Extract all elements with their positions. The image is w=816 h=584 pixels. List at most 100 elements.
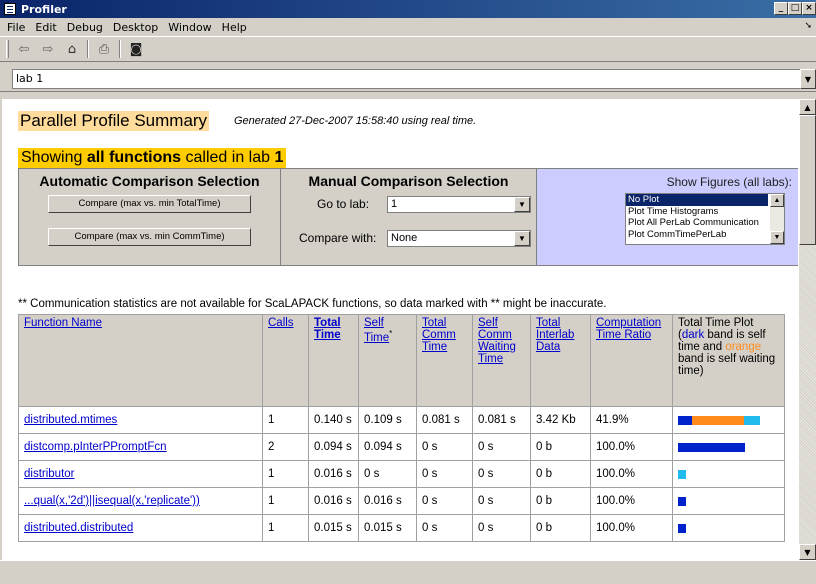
col-self-time[interactable]: Self Time*: [358, 314, 417, 407]
total-time-bar: [678, 415, 779, 425]
dark-band: [678, 442, 745, 452]
total-time-bar: [678, 523, 779, 533]
computation-time-ratio-header-link[interactable]: Computation Time Ratio: [596, 317, 661, 341]
total-interlab-data-cell: 0 b: [530, 514, 591, 542]
self-comm-waiting-time-header-link[interactable]: Self Comm Waiting Time: [478, 317, 516, 365]
function-link[interactable]: ...qual(x,'2d')||isequal(x,'replicate')): [24, 495, 200, 507]
menu-edit[interactable]: Edit: [30, 21, 61, 34]
home-icon[interactable]: ⌂: [63, 40, 81, 58]
col-computation-time-ratio[interactable]: Computation Time Ratio: [590, 314, 673, 407]
col-calls[interactable]: Calls: [262, 314, 309, 407]
calls-cell: 2: [262, 433, 309, 461]
compare-with-select[interactable]: None ▼: [387, 230, 531, 247]
dark-band: [678, 415, 692, 425]
lab-selector[interactable]: lab 1: [12, 69, 812, 89]
profiler-window: Profiler _ □ × File Edit Debug Desktop W…: [0, 0, 816, 584]
total-interlab-data-header-link[interactable]: Total Interlab Data: [536, 317, 574, 353]
figures-option[interactable]: Plot All PerLab Communication: [626, 217, 768, 229]
total-interlab-data-cell: 0 b: [530, 487, 591, 515]
status-bar: [0, 560, 816, 584]
undock-arrow-icon[interactable]: ➘: [804, 21, 812, 31]
function-link[interactable]: distributor: [24, 468, 75, 480]
profiler-app-icon: [4, 3, 16, 15]
total-time-header-link[interactable]: Total Time: [314, 317, 341, 341]
content-scrollbar[interactable]: ▲ ▼: [799, 99, 816, 560]
scroll-up-icon[interactable]: ▲: [799, 99, 816, 115]
compare-with-dropdown-icon[interactable]: ▼: [514, 231, 530, 246]
total-time-bar: [678, 469, 779, 479]
function-name-cell[interactable]: distributed.distributed: [18, 514, 263, 542]
figures-option[interactable]: Plot CommTimePerLab: [626, 229, 768, 241]
menu-desktop[interactable]: Desktop: [108, 21, 163, 34]
compare-total-time-button[interactable]: Compare (max vs. min TotalTime): [48, 195, 251, 213]
total-time-plot-cell: [672, 460, 785, 488]
goto-lab-select[interactable]: 1 ▼: [387, 196, 531, 213]
calls-header-link[interactable]: Calls: [268, 317, 294, 329]
function-link[interactable]: distcomp.pInterPPromptFcn: [24, 441, 167, 453]
figures-option[interactable]: Plot Time Histograms: [626, 206, 768, 218]
self-comm-waiting-time-cell: 0 s: [472, 433, 531, 461]
figures-option[interactable]: No Plot: [626, 194, 768, 206]
self-time-cell: 0 s: [358, 460, 417, 488]
total-comm-time-header-link[interactable]: Total Comm Time: [422, 317, 456, 353]
self-comm-waiting-time-cell: 0 s: [472, 460, 531, 488]
function-name-header-link[interactable]: Function Name: [24, 317, 102, 329]
lab-selector-value: lab 1: [16, 72, 44, 85]
function-name-cell[interactable]: distributed.mtimes: [18, 406, 263, 434]
scroll-up-icon[interactable]: ▲: [770, 194, 784, 207]
table-row: ...qual(x,'2d')||isequal(x,'replicate'))…: [18, 487, 785, 515]
self-time-cell: 0.015 s: [358, 514, 417, 542]
menu-debug[interactable]: Debug: [62, 21, 108, 34]
self-time-cell: 0.094 s: [358, 433, 417, 461]
table-row: distributor 1 0.016 s0 s0 s0 s0 b 100.0%: [18, 460, 785, 488]
find-icon[interactable]: ◙: [127, 40, 145, 58]
back-arrow-icon[interactable]: ⇦: [15, 40, 33, 58]
figures-listbox-scrollbar[interactable]: ▲ ▼: [770, 194, 784, 244]
col-total-time[interactable]: Total Time: [308, 314, 359, 407]
lab-selector-dropdown-icon[interactable]: ▼: [800, 69, 816, 89]
col-total-interlab-data[interactable]: Total Interlab Data: [530, 314, 591, 407]
toolbar-grip[interactable]: [6, 40, 9, 58]
function-link[interactable]: distributed.mtimes: [24, 414, 117, 426]
maximize-icon[interactable]: □: [788, 2, 802, 15]
self-time-header-link[interactable]: Self Time: [364, 317, 389, 344]
scalapack-note: ** Communication statistics are not avai…: [18, 298, 607, 310]
total-time-cell: 0.016 s: [308, 460, 359, 488]
menu-help[interactable]: Help: [217, 21, 252, 34]
col-self-comm-waiting-time[interactable]: Self Comm Waiting Time: [472, 314, 531, 407]
function-name-cell[interactable]: distcomp.pInterPPromptFcn: [18, 433, 263, 461]
close-icon[interactable]: ×: [802, 2, 816, 15]
function-link[interactable]: distributed.distributed: [24, 522, 133, 534]
goto-lab-dropdown-icon[interactable]: ▼: [514, 197, 530, 212]
minimize-icon[interactable]: _: [774, 2, 788, 15]
function-stats-table: Function Name Calls Total Time Self Time…: [18, 314, 785, 542]
showing-heading: Showing all functions called in lab 1: [18, 148, 287, 168]
scroll-down-icon[interactable]: ▼: [770, 231, 784, 244]
total-time-bar: [678, 496, 779, 506]
showing-middle: called in lab: [181, 149, 275, 166]
total-time-plot-cell: [672, 487, 785, 515]
calls-cell: 1: [262, 460, 309, 488]
function-name-cell[interactable]: ...qual(x,'2d')||isequal(x,'replicate')): [18, 487, 263, 515]
scroll-down-icon[interactable]: ▼: [799, 544, 816, 560]
menu-file[interactable]: File: [2, 21, 30, 34]
computation-time-ratio-cell: 100.0%: [590, 433, 673, 461]
compare-comm-time-button[interactable]: Compare (max vs. min CommTime): [48, 228, 251, 246]
function-name-cell[interactable]: distributor: [18, 460, 263, 488]
scroll-thumb[interactable]: [799, 115, 816, 245]
table-row: distributed.distributed 1 0.015 s 0.015 s0 …: [18, 514, 785, 542]
toolbar-separator: [119, 40, 121, 58]
col-total-comm-time[interactable]: Total Comm Time: [416, 314, 473, 407]
total-time-cell: 0.016 s: [308, 487, 359, 515]
self-time-cell: 0.109 s: [358, 406, 417, 434]
print-icon[interactable]: ⎙: [95, 40, 113, 58]
window-controls: _ □ ×: [774, 2, 816, 15]
forward-arrow-icon[interactable]: ⇨: [39, 40, 57, 58]
compare-with-value: None: [391, 232, 418, 244]
menu-window[interactable]: Window: [163, 21, 216, 34]
table-row: distcomp.pInterPPromptFcn 2 0.094 s 0.094 s…: [18, 433, 785, 461]
figures-listbox[interactable]: No Plot Plot Time Histograms Plot All Pe…: [625, 193, 785, 245]
calls-cell: 1: [262, 514, 309, 542]
col-function-name[interactable]: Function Name: [18, 314, 263, 407]
show-figures-section: Show Figures (all labs): No Plot Plot Ti…: [537, 169, 798, 265]
